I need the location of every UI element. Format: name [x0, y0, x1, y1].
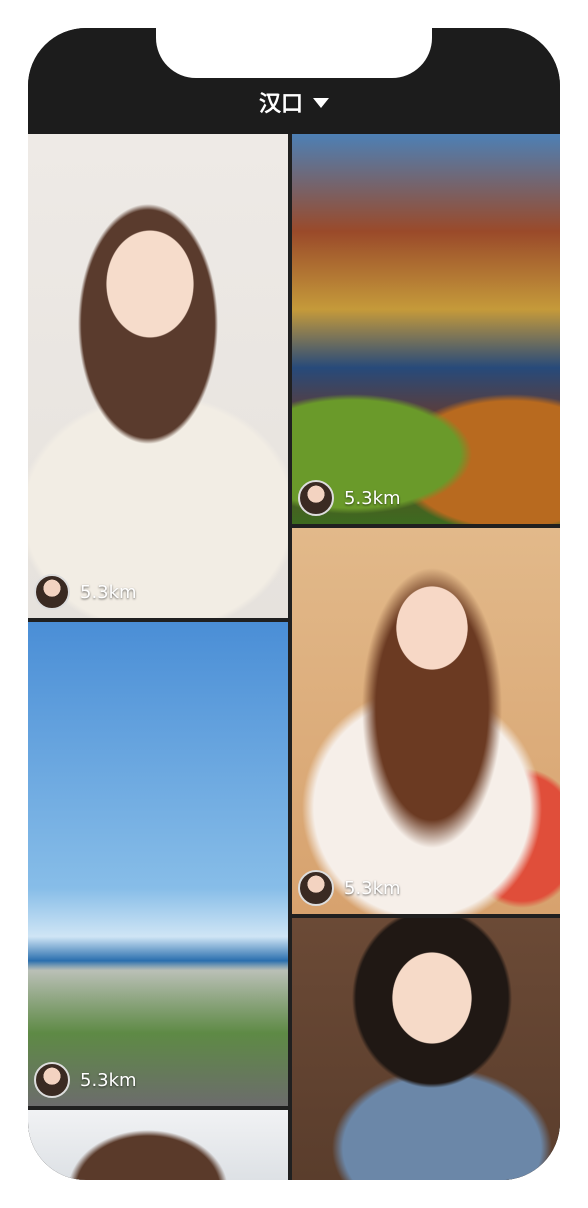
card-meta: 5.3km: [298, 870, 401, 906]
grid-card[interactable]: [292, 918, 560, 1180]
grid-card[interactable]: 5.3km: [292, 528, 560, 914]
photo-portrait-woman-white-sweater: [28, 134, 288, 618]
device-notch: [156, 28, 432, 78]
triangle-down-icon: [313, 98, 329, 108]
photo-girl-denim-overalls: [292, 918, 560, 1180]
phone-frame: 汉口 5.3km 5.3km 5.3km 5.3km: [28, 28, 560, 1180]
distance-label: 5.3km: [80, 1069, 137, 1091]
card-meta: 5.3km: [298, 480, 401, 516]
distance-label: 5.3km: [344, 487, 401, 509]
photo-partial-portrait: [28, 1110, 288, 1180]
photo-girl-braids-watermelon: [292, 528, 560, 914]
avatar: [34, 574, 70, 610]
location-selector[interactable]: 汉口: [28, 86, 560, 118]
photo-grid: 5.3km 5.3km 5.3km 5.3km: [28, 134, 560, 1180]
photo-street-sea-power-lines: [28, 622, 288, 1106]
location-label: 汉口: [258, 92, 303, 117]
card-meta: 5.3km: [34, 1062, 137, 1098]
photo-city-view: [292, 134, 560, 524]
grid-card[interactable]: [28, 1110, 288, 1180]
grid-card[interactable]: 5.3km: [292, 134, 560, 524]
distance-label: 5.3km: [80, 581, 137, 603]
avatar: [298, 870, 334, 906]
grid-card[interactable]: 5.3km: [28, 134, 288, 618]
avatar: [298, 480, 334, 516]
distance-label: 5.3km: [344, 877, 401, 899]
grid-card[interactable]: 5.3km: [28, 622, 288, 1106]
card-meta: 5.3km: [34, 574, 137, 610]
avatar: [34, 1062, 70, 1098]
